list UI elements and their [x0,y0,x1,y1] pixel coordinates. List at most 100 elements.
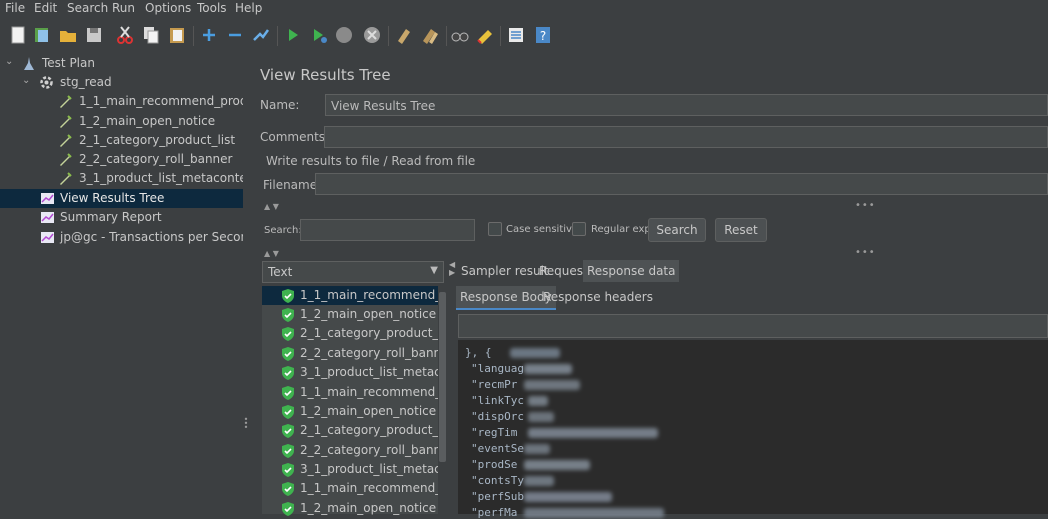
list-item[interactable]: 1_1_main_recommend_product [262,286,440,305]
tree-item-sampler[interactable]: 2_1_category_product_list [0,131,243,150]
search-button[interactable]: Search [648,218,706,242]
clear-icon[interactable] [394,25,414,45]
tab-response-data[interactable]: Response data [583,260,680,282]
paste-icon[interactable] [167,25,187,45]
list-item-label: 1_1_main_recommend_product [300,385,440,399]
name-label: Name: [260,98,300,112]
list-item[interactable]: 1_2_main_open_notice [262,402,439,421]
shutdown-icon[interactable] [362,25,382,45]
start-no-pause-icon[interactable] [309,25,329,45]
list-item-label: 1_1_main_recommend_product [300,288,440,302]
listener-icon [41,212,54,223]
chevron-down-icon[interactable]: ⌄ [22,76,32,86]
splitter-handle[interactable]: ••• [855,200,876,211]
chevron-down-icon[interactable]: ⌄ [5,57,15,67]
results-list[interactable]: 1_1_main_recommend_product 1_2_main_open… [262,286,447,516]
tab-response-headers[interactable]: Response headers [539,286,657,308]
search-input[interactable] [300,219,475,241]
tree-item-label: 1_2_main_open_notice [79,114,216,128]
reset-button[interactable]: Reset [715,218,767,242]
success-shield-icon [282,444,294,458]
list-item[interactable]: 3_1_product_list_metacontents [262,363,440,382]
success-shield-icon [282,386,294,400]
save-icon[interactable] [84,25,104,45]
code-line: "perfSub [471,490,524,503]
code-line: "dispOrc [471,410,524,423]
code-line: "eventSe [471,442,524,455]
list-item[interactable]: 2_2_category_roll_banner [262,344,440,363]
filename-label: Filename [263,178,318,192]
open-icon[interactable] [58,25,78,45]
split-arrows[interactable]: ◀ ▶ [449,261,455,277]
collapse-arrows[interactable]: ▲ ▼ [264,249,279,258]
collapse-arrows[interactable]: ▲ ▼ [264,202,279,211]
start-icon[interactable] [283,25,303,45]
toggle-icon[interactable] [251,25,271,45]
reset-search-icon[interactable] [475,25,495,45]
menu-options[interactable]: Options [145,1,191,15]
splitter-handle[interactable]: ••• [855,247,876,258]
response-search-field[interactable] [458,314,1048,338]
tree-item-summary-report[interactable]: Summary Report [0,208,243,227]
success-shield-icon [282,405,294,419]
tree-item-label: 2_2_category_roll_banner [79,152,233,166]
list-item-label: 2_2_category_roll_banner [300,443,440,457]
list-item[interactable]: 2_1_category_product_list [262,324,440,343]
filename-field[interactable] [315,173,1048,195]
clear-all-icon[interactable] [420,25,440,45]
add-icon[interactable] [199,25,219,45]
redacted-value [524,444,550,454]
case-sensitive-checkbox[interactable] [488,222,502,236]
menu-file[interactable]: File [5,1,25,15]
tree-item-sampler[interactable]: 3_1_product_list_metacontents [0,169,265,188]
tree-item-view-results-tree[interactable]: View Results Tree [0,189,243,208]
copy-icon[interactable] [141,25,161,45]
tree-item-sampler[interactable]: 1_2_main_open_notice [0,112,243,131]
regular-exp-checkbox[interactable] [572,222,586,236]
comments-field[interactable] [324,126,1048,148]
tree-item-label: 2_1_category_product_list [79,133,236,147]
list-item[interactable]: 2_1_category_product_list [262,421,440,440]
menu-bar: File Edit Search Run Options Tools Help [0,0,1048,18]
new-icon[interactable] [8,25,28,45]
function-helper-icon[interactable] [506,25,526,45]
search-icon[interactable] [450,25,470,45]
list-item[interactable]: 1_1_main_recommend_product [262,479,440,498]
list-item-label: 1_1_main_recommend_product [300,481,440,495]
tree-item-stg-read[interactable]: ⌄ stg_read [0,73,243,92]
tree-item-label: View Results Tree [60,191,165,205]
redacted-value [510,348,560,358]
list-item[interactable]: 3_1_product_list_metacontents [262,460,440,479]
code-line: "regTim [471,426,518,439]
tree-item-sampler[interactable]: 2_2_category_roll_banner [0,150,243,169]
scrollbar-thumb[interactable] [439,292,446,462]
list-item[interactable]: 2_2_category_roll_banner [262,441,440,460]
tree-item-sampler[interactable]: 1_1_main_recommend_product [0,92,266,111]
list-item[interactable]: 1_2_main_open_notice [262,499,439,518]
stop-icon[interactable] [334,25,354,45]
cut-icon[interactable] [115,25,135,45]
tree-item-transactions-per-second[interactable]: jp@gc - Transactions per Second [0,228,256,247]
tree-item-test-plan[interactable]: ⌄ Test Plan [0,54,243,73]
renderer-value: Text [268,265,293,279]
menu-tools[interactable]: Tools [197,1,227,15]
remove-icon[interactable] [225,25,245,45]
tree-item-label: Test Plan [42,56,95,70]
list-item-label: 2_2_category_roll_banner [300,346,440,360]
menu-run[interactable]: Run [112,1,135,15]
list-item-label: 3_1_product_list_metacontents [300,365,440,379]
response-body-text[interactable]: }, { "languag "recmPr "linkTyc "dispOrc … [458,340,1048,519]
http-sampler-icon [60,172,72,185]
menu-edit[interactable]: Edit [34,1,57,15]
list-item-label: 2_1_category_product_list [300,326,440,340]
list-item[interactable]: 1_1_main_recommend_product [262,383,440,402]
tree-item-label: jp@gc - Transactions per Second [60,230,256,244]
help-icon[interactable]: ? [533,25,553,45]
list-item[interactable]: 1_2_main_open_notice [262,305,439,324]
renderer-select[interactable]: Text ▼ [262,261,444,283]
menu-help[interactable]: Help [235,1,262,15]
templates-icon[interactable] [32,25,52,45]
splitter-grip[interactable]: • • • [243,416,249,432]
menu-search[interactable]: Search [67,1,108,15]
name-field[interactable]: View Results Tree [325,94,1048,116]
